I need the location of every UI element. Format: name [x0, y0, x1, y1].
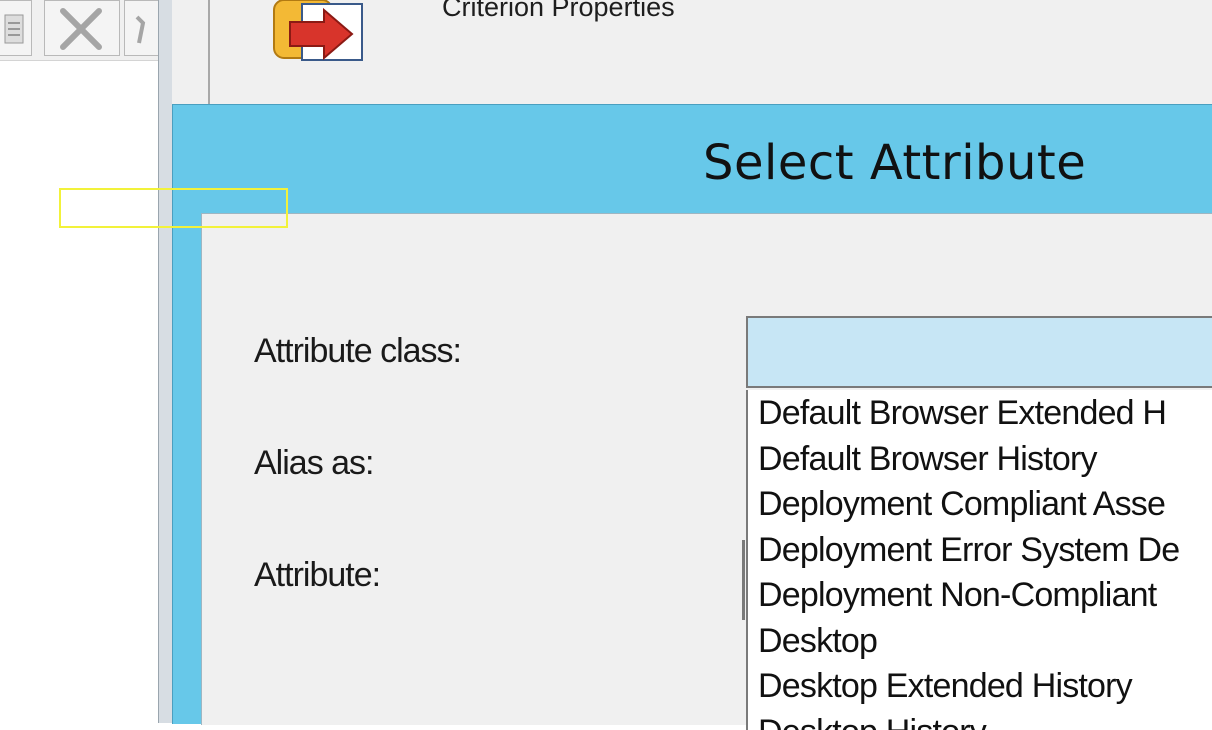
attribute-field-edge — [742, 540, 745, 620]
toolbar-tool-button[interactable] — [124, 0, 162, 56]
document-icon — [0, 9, 27, 49]
list-item[interactable]: Desktop Extended History — [748, 663, 1212, 709]
highlight-box — [59, 188, 288, 228]
list-item[interactable]: Deployment Compliant Asse — [748, 481, 1212, 527]
left-panel — [0, 0, 160, 723]
close-icon — [57, 7, 105, 51]
list-item[interactable]: Deployment Non-Compliant — [748, 572, 1212, 618]
attribute-class-label: Attribute class: — [254, 332, 461, 371]
list-item[interactable]: Deployment Error System De — [748, 527, 1212, 573]
list-item[interactable]: Default Browser Extended H — [748, 390, 1212, 436]
criterion-properties-window: Criterion Properties — [172, 0, 1212, 104]
toolbar-delete-button[interactable] — [44, 0, 120, 56]
dialog-body: Attribute class: Alias as: Attribute: De… — [201, 213, 1212, 725]
alias-as-label: Alias as: — [254, 444, 374, 483]
attribute-class-dropdown-list[interactable]: Default Browser Extended H Default Brows… — [746, 390, 1212, 730]
dialog-title: Select Attribute — [703, 135, 1086, 191]
list-item[interactable]: Desktop — [748, 618, 1212, 664]
window-divider — [208, 0, 210, 104]
toolbar-properties-button[interactable] — [0, 0, 32, 56]
left-toolbar — [0, 0, 160, 61]
list-item[interactable]: Desktop History — [748, 709, 1212, 730]
attribute-label: Attribute: — [254, 556, 380, 595]
list-item[interactable]: Default Browser History — [748, 436, 1212, 482]
splitter[interactable] — [158, 0, 173, 723]
select-attribute-dialog: Select Attribute Attribute class: Alias … — [172, 104, 1212, 724]
window-title: Criterion Properties — [442, 0, 675, 23]
wrench-icon — [129, 9, 157, 49]
attribute-class-combobox[interactable] — [746, 316, 1212, 388]
database-export-icon — [268, 0, 378, 64]
